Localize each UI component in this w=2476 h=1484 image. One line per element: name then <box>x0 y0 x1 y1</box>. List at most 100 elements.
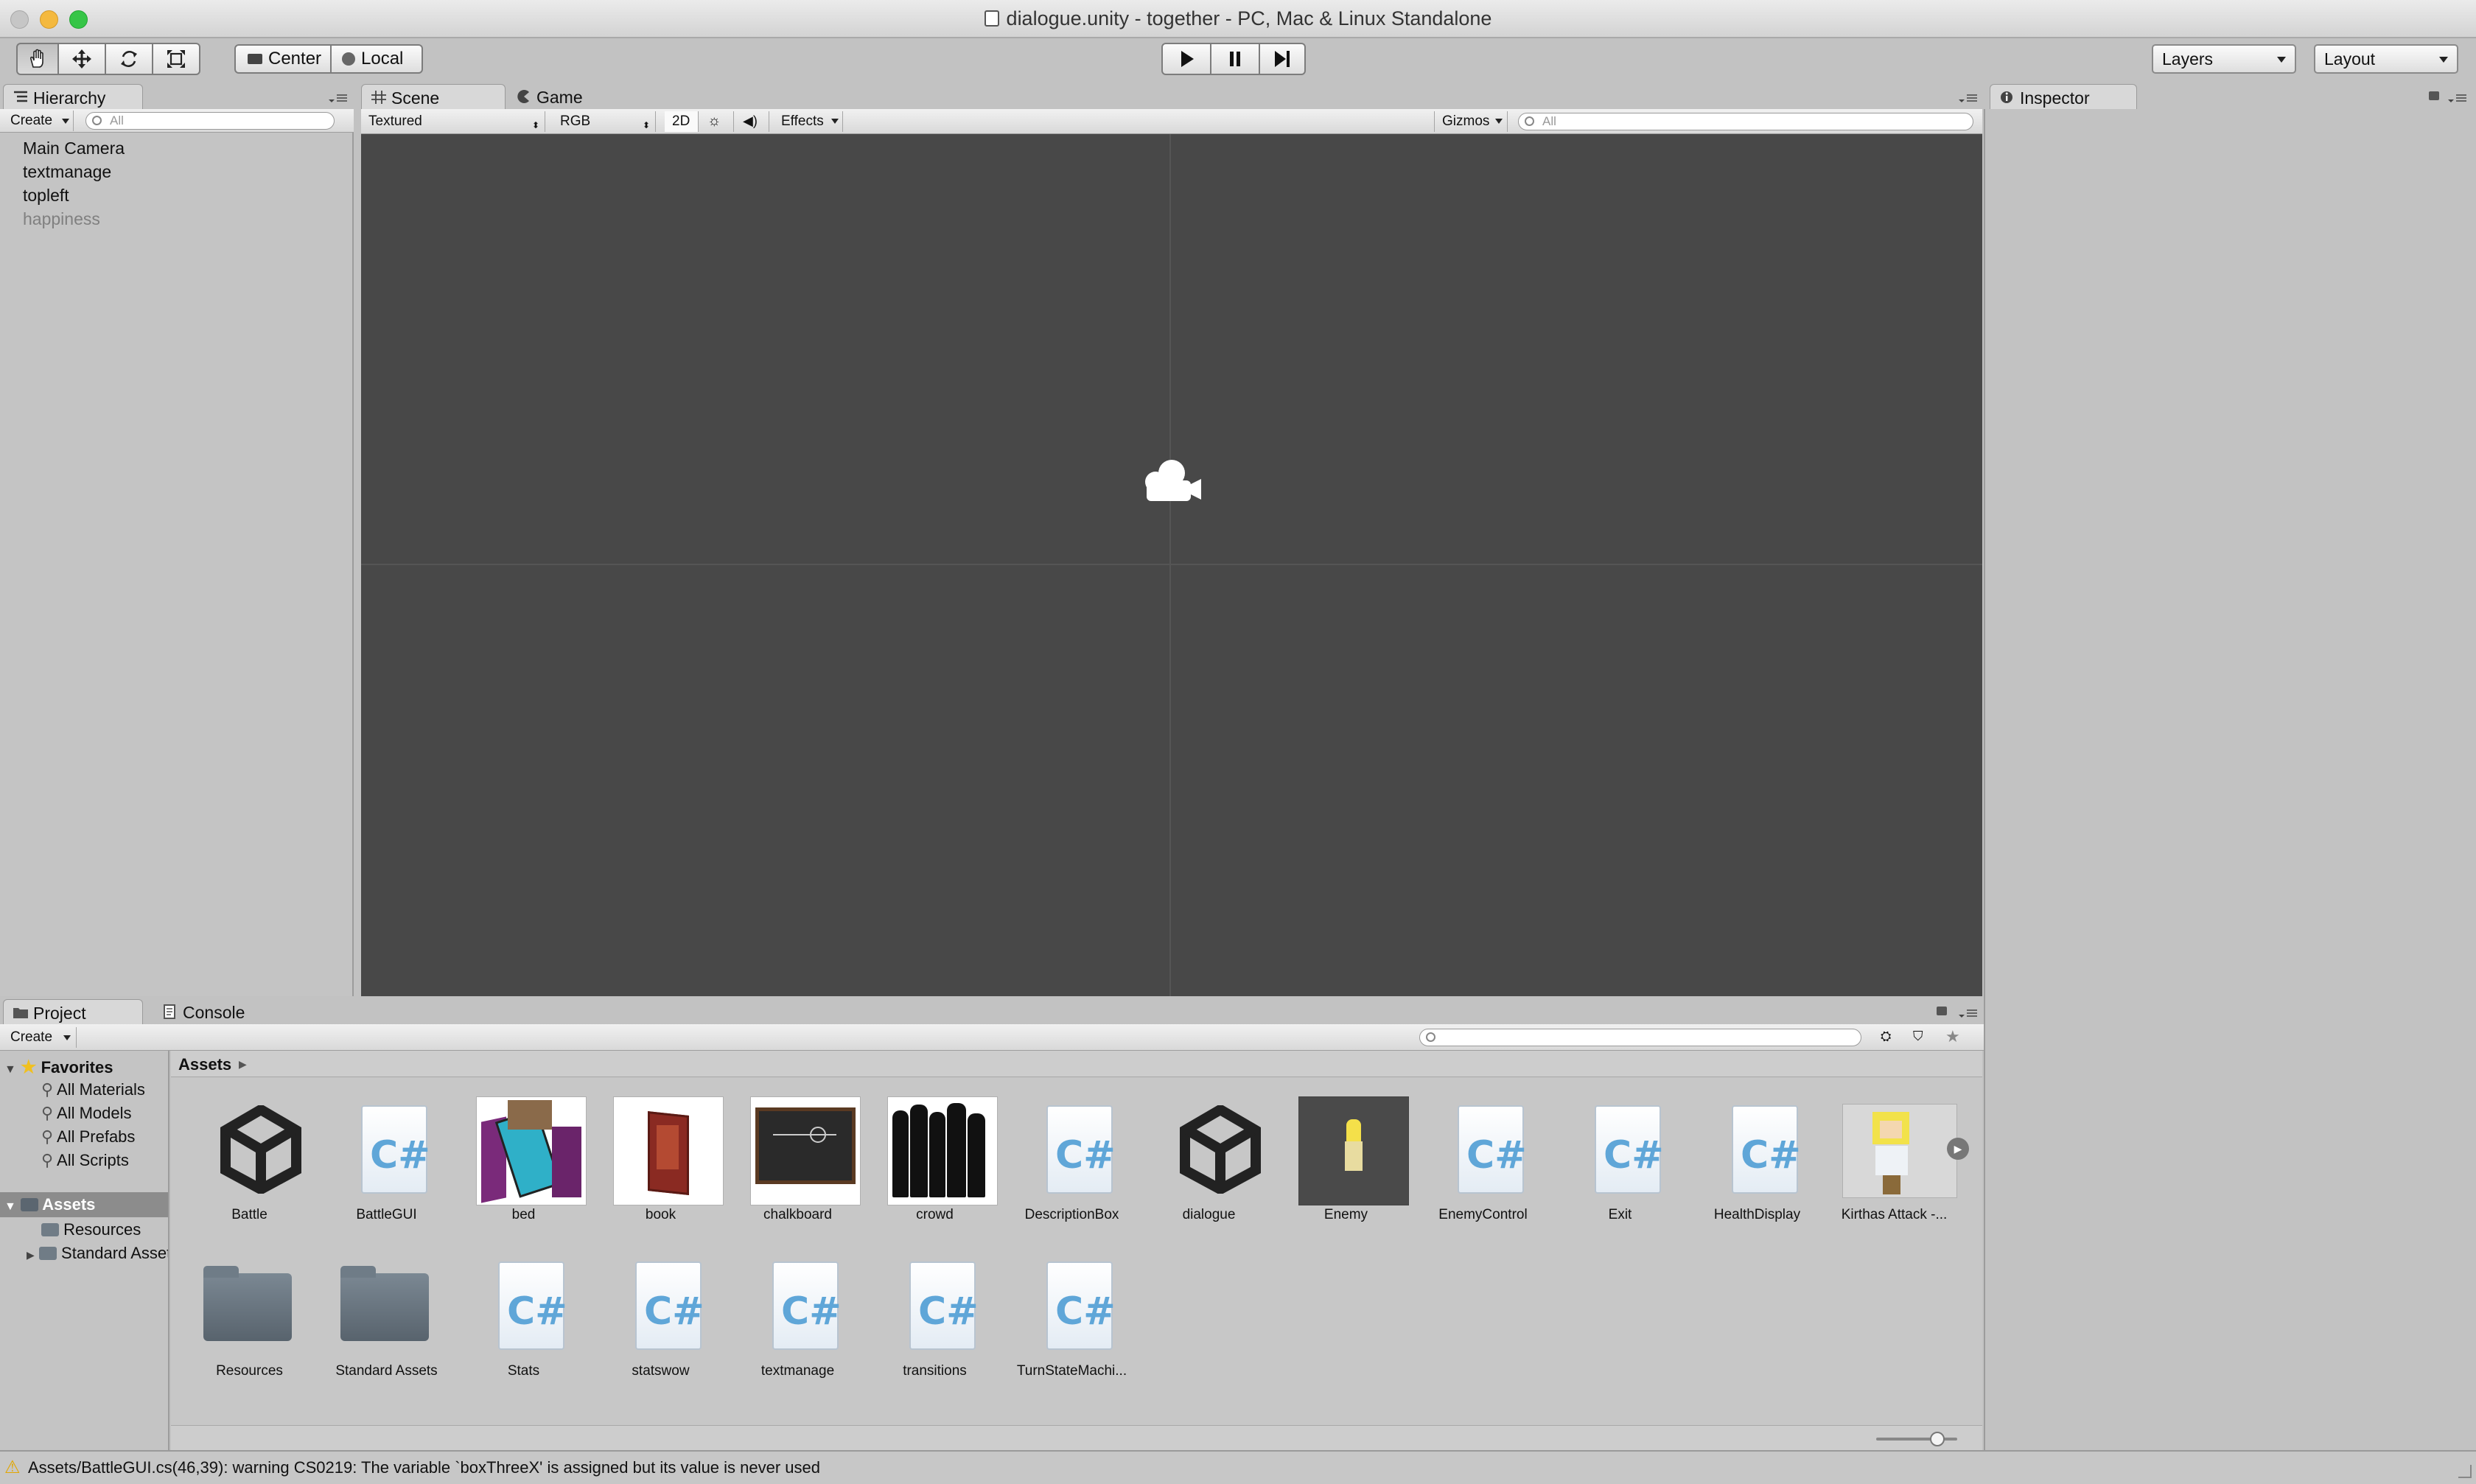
tree-folder-standard-assets[interactable]: ▶ Standard Assets <box>27 1244 168 1263</box>
pause-button[interactable] <box>1211 43 1260 75</box>
icon-size-slider-thumb[interactable] <box>1929 1432 1945 1446</box>
asset-item[interactable]: Enemy <box>1278 1096 1414 1236</box>
breadcrumb: Assets ▶ <box>171 1051 1982 1077</box>
asset-item[interactable]: C# BattleGUI <box>318 1096 455 1236</box>
asset-item[interactable]: book <box>592 1096 729 1236</box>
chevron-down-icon <box>1495 119 1503 124</box>
resize-grip-icon[interactable] <box>2458 1465 2472 1478</box>
tree-folder-resources[interactable]: Resources <box>41 1220 141 1239</box>
scale-tool-button[interactable] <box>153 43 200 75</box>
search-by-type-icon[interactable]: ⛭ <box>1881 1029 1904 1048</box>
render-mode-dropdown[interactable]: Textured ⬍ <box>361 111 545 132</box>
hierarchy-item-textmanage[interactable]: textmanage <box>23 162 111 182</box>
favorite-star-icon[interactable]: ★ <box>1945 1027 1969 1046</box>
grid-axis-vertical <box>1169 134 1171 996</box>
panel-menu-icon[interactable] <box>1957 93 1978 103</box>
layout-dropdown[interactable]: Layout <box>2314 44 2458 74</box>
grid-axis-horizontal <box>361 564 1982 565</box>
assets-node-selected[interactable]: ▼ Assets <box>0 1192 168 1217</box>
tab-hierarchy[interactable]: Hierarchy <box>3 84 143 109</box>
folder-icon <box>13 1008 28 1018</box>
sprite-thumbnail-chalkboard <box>750 1096 861 1205</box>
channel-dropdown[interactable]: RGB ⬍ <box>553 111 656 132</box>
panel-menu-icon[interactable] <box>2447 93 2467 103</box>
csharp-script-icon: C# <box>1046 1261 1116 1350</box>
asset-item[interactable]: bed <box>455 1096 592 1236</box>
hierarchy-item-happiness[interactable]: happiness <box>23 209 100 229</box>
status-bar[interactable]: ⚠ Assets/BattleGUI.cs(46,39): warning CS… <box>0 1450 2476 1484</box>
hierarchy-create-button[interactable]: Create <box>3 111 74 131</box>
asset-item[interactable]: dialogue <box>1141 1096 1277 1236</box>
asset-label: textmanage <box>760 1363 835 1379</box>
asset-item[interactable]: Resources <box>181 1253 318 1393</box>
asset-item[interactable]: C# EnemyControl <box>1415 1096 1551 1236</box>
breadcrumb-arrow-icon: ▶ <box>239 1058 247 1070</box>
move-tool-button[interactable] <box>59 43 106 75</box>
asset-item[interactable]: C# Exit <box>1552 1096 1688 1236</box>
asset-item[interactable]: C# Stats <box>455 1253 592 1393</box>
asset-label: Stats <box>507 1363 540 1379</box>
effects-dropdown[interactable]: Effects <box>774 111 843 132</box>
project-create-button[interactable]: Create <box>3 1027 77 1048</box>
asset-item[interactable]: C# TurnStateMachi... <box>1004 1253 1140 1393</box>
asset-label: Battle <box>231 1207 267 1222</box>
favorite-all-prefabs[interactable]: ⚲ All Prefabs <box>41 1127 135 1147</box>
asset-item[interactable]: C# statswow <box>592 1253 729 1393</box>
info-icon <box>2001 91 2012 103</box>
lock-icon[interactable] <box>2429 91 2439 100</box>
title-bar: dialogue.unity - together - PC, Mac & Li… <box>0 0 2476 38</box>
rotate-tool-button[interactable] <box>106 43 153 75</box>
asset-item[interactable]: chalkboard <box>730 1096 866 1236</box>
asset-item[interactable]: C# transitions <box>867 1253 1003 1393</box>
search-by-label-icon[interactable]: ⛉ <box>1913 1029 1937 1048</box>
asset-item[interactable]: C# textmanage <box>730 1253 866 1393</box>
icon-size-slider[interactable] <box>1876 1438 1957 1441</box>
expand-arrow-icon[interactable]: ▶ <box>1947 1138 1969 1160</box>
favorite-all-scripts[interactable]: ⚲ All Scripts <box>41 1151 129 1170</box>
step-button[interactable] <box>1260 43 1306 75</box>
asset-item[interactable]: crowd <box>867 1096 1003 1236</box>
pivot-rotation-toggle[interactable]: Local <box>332 44 423 74</box>
pivot-mode-toggle[interactable]: Center <box>234 44 332 74</box>
hierarchy-item-main-camera[interactable]: Main Camera <box>23 139 125 158</box>
csharp-script-icon: C# <box>772 1261 842 1350</box>
layers-dropdown[interactable]: Layers <box>2152 44 2296 74</box>
favorite-all-models[interactable]: ⚲ All Models <box>41 1104 132 1123</box>
hierarchy-item-topleft[interactable]: topleft <box>23 186 69 206</box>
effects-label: Effects <box>781 113 824 129</box>
panel-menu-icon[interactable] <box>1957 1008 1978 1018</box>
lock-icon[interactable] <box>1937 1007 1947 1015</box>
scene-audio-toggle[interactable]: ◀) <box>735 111 769 132</box>
tab-inspector[interactable]: Inspector <box>1990 84 2137 109</box>
hand-tool-button[interactable] <box>16 43 59 75</box>
play-button[interactable] <box>1161 43 1211 75</box>
asset-label: Resources <box>216 1363 283 1379</box>
tab-project[interactable]: Project <box>3 999 143 1024</box>
scene-search-input[interactable]: All <box>1518 113 1973 130</box>
asset-item[interactable]: Standard Assets <box>318 1253 455 1393</box>
folder-icon <box>38 1247 57 1260</box>
tab-game[interactable]: Game <box>507 84 610 109</box>
search-icon <box>1525 116 1534 126</box>
favorites-node[interactable]: ▼ ★ Favorites <box>4 1057 113 1078</box>
project-search-input[interactable] <box>1419 1029 1861 1046</box>
favorite-all-materials[interactable]: ⚲ All Materials <box>41 1080 145 1099</box>
asset-item[interactable]: ▶ Kirthas Attack -... <box>1826 1096 1969 1236</box>
camera-gizmo-icon[interactable] <box>1136 452 1210 505</box>
gizmos-dropdown[interactable]: Gizmos <box>1434 111 1508 132</box>
step-icon <box>1275 51 1290 67</box>
tab-scene[interactable]: Scene <box>361 84 506 109</box>
scene-lighting-toggle[interactable]: ☼ <box>700 111 734 132</box>
create-button-label: Create <box>10 1029 53 1045</box>
layers-dropdown-label: Layers <box>2162 49 2214 69</box>
asset-item[interactable]: Battle <box>181 1096 318 1236</box>
2d-mode-toggle[interactable]: 2D <box>665 111 699 132</box>
asset-item[interactable]: C# HealthDisplay <box>1689 1096 1825 1236</box>
asset-item[interactable]: C# DescriptionBox <box>1004 1096 1140 1236</box>
tab-console[interactable]: Console <box>153 999 271 1024</box>
breadcrumb-assets[interactable]: Assets <box>178 1055 231 1074</box>
asset-label: Enemy <box>1323 1207 1368 1222</box>
panel-menu-icon[interactable] <box>327 93 348 103</box>
hierarchy-search-input[interactable]: All <box>85 112 335 130</box>
scene-viewport[interactable] <box>361 134 1982 996</box>
